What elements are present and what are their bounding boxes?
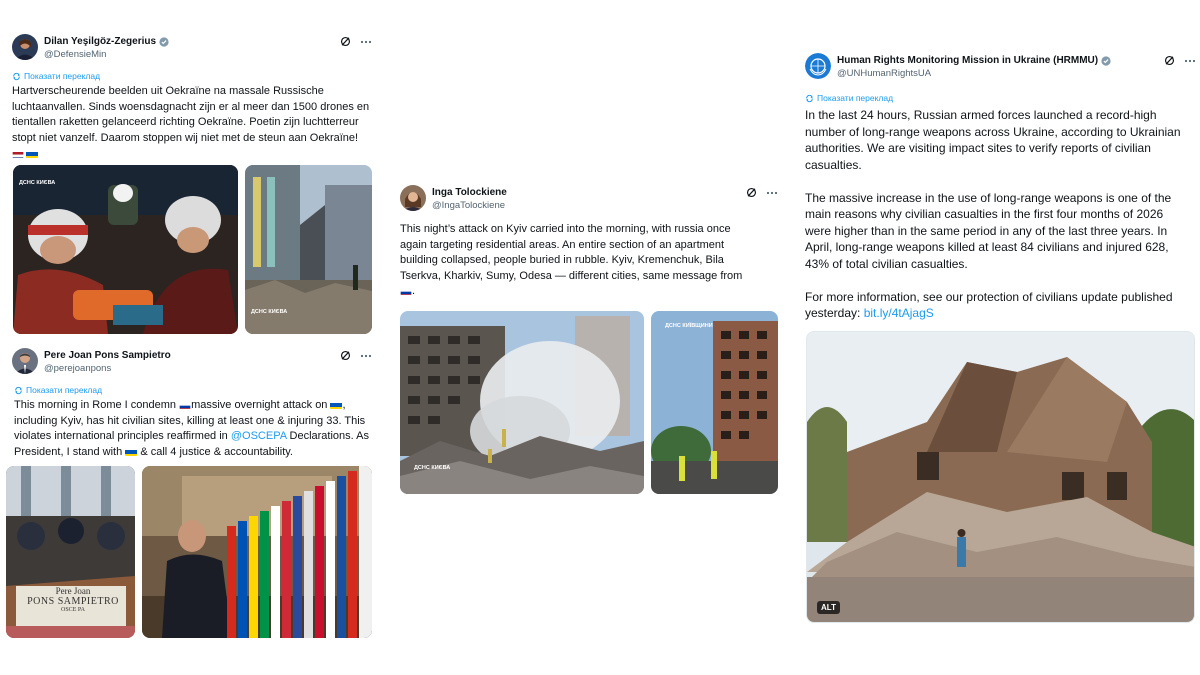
tweet-text-line: casualties. — [805, 157, 862, 172]
translate-label[interactable]: Показати переклад — [26, 385, 102, 395]
tweet-header: Human Rights Monitoring Mission in Ukrai… — [805, 53, 1196, 89]
author-handle[interactable]: @perejoanpons — [44, 363, 111, 374]
author-name[interactable]: Dilan Yeşilgöz-Zegerius — [44, 36, 169, 47]
tweet-text-line: Hartverscheurende beelden uit Oekraïne n… — [12, 85, 324, 97]
ua-flag-icon — [26, 150, 38, 158]
tweet-header: Inga Tolockiene @IngaTolockiene — [400, 185, 778, 221]
tweet-text-line: yesterday: bit.ly/4tAjagS — [805, 306, 934, 320]
tweet-text-line: The massive increase in the use of long-… — [805, 190, 1172, 205]
translate-icon — [15, 386, 22, 394]
tweet-text-line: This morning in Rome I condemn massive o… — [14, 399, 346, 411]
translate-label[interactable]: Показати переклад — [817, 93, 893, 103]
avatar[interactable] — [805, 53, 831, 79]
alt-badge[interactable]: ALT — [817, 601, 840, 614]
author-name[interactable]: Human Rights Monitoring Mission in Ukrai… — [837, 55, 1111, 66]
tweet-text-line: Tserkva, Kharkiv, Sumy, Odesa — differen… — [400, 269, 743, 282]
ua-flag-icon — [125, 448, 138, 456]
tweet-text-line: 43% of total civilian casualties. — [805, 256, 968, 271]
author-name[interactable]: Pere Joan Pons Sampietro — [44, 350, 171, 361]
tweet-text: In the last 24 hours, Russian armed forc… — [805, 107, 1196, 322]
tweet-header: Pere Joan Pons Sampietro @perejoanpons — [12, 348, 372, 384]
grok-icon[interactable] — [1164, 55, 1175, 66]
grok-icon[interactable] — [746, 187, 757, 198]
external-link[interactable]: bit.ly/4tAjagS — [864, 306, 934, 320]
grok-icon[interactable] — [340, 36, 351, 47]
grok-icon[interactable] — [340, 350, 351, 361]
tweet-text-line: In the last 24 hours, Russian armed forc… — [805, 108, 1157, 122]
translate-link[interactable]: Показати переклад — [12, 71, 100, 81]
nl-flag-icon — [12, 150, 24, 158]
author-handle[interactable]: @IngaTolockiene — [432, 200, 505, 211]
tweet-card-pere-joan[interactable]: Pere Joan Pons Sampietro @perejoanpons П… — [6, 348, 374, 640]
nameplate-line: Pere Joan — [55, 586, 91, 596]
image-watermark: ДСНС КИЄВА — [251, 309, 288, 315]
translate-icon — [806, 94, 813, 102]
tweet-image-building[interactable]: ДСНС КИЄВА — [245, 165, 372, 334]
verified-badge-icon — [1101, 55, 1111, 66]
tweet-image-collapsed-building[interactable]: ДСНС КИЄВА — [400, 311, 644, 494]
more-options-icon[interactable] — [360, 354, 372, 358]
tweet-text-line: April, long-range weapons killed at leas… — [805, 240, 1169, 254]
translate-icon — [13, 72, 20, 80]
avatar[interactable] — [12, 34, 38, 60]
author-handle[interactable]: @DefensieMin — [44, 49, 106, 60]
author-handle[interactable]: @UNHumanRightsUA — [837, 68, 931, 79]
tweet-text-line: President, I stand with & call 4 justice… — [14, 445, 293, 458]
tweet-text-line: including Kyiv, has hit civilian sites, … — [14, 414, 366, 427]
tweet-text-line: stopt niet vanzelf. Daarom stoppen wij n… — [12, 131, 359, 144]
ru-flag-icon — [179, 401, 191, 409]
tweet-text-line: authorities. We are visiting impact site… — [805, 141, 1151, 155]
more-options-icon[interactable] — [766, 191, 778, 195]
mention-link[interactable]: @OSCEPA — [231, 430, 287, 442]
author-name-text[interactable]: Human Rights Monitoring Mission in Ukrai… — [837, 55, 1098, 66]
tweet-text-line: number of long-range weapons across Ukra… — [805, 124, 1181, 139]
tweet-text-line: again targeting residential areas. An en… — [400, 238, 725, 251]
tweet-text-line: luchtaanvallen. Sinds woensdagnacht zijn… — [12, 100, 370, 113]
tweet-text-line: violates international principles reaffi… — [14, 430, 369, 442]
author-name-text[interactable]: Dilan Yeşilgöz-Zegerius — [44, 36, 156, 47]
more-options-icon[interactable] — [360, 40, 372, 44]
more-options-icon[interactable] — [1184, 59, 1196, 63]
image-watermark: ДСНС КИЇВЩИНИ — [665, 323, 713, 329]
tweet-text: Hartverscheurende beelden uit Oekraïne n… — [12, 84, 372, 161]
author-name[interactable]: Inga Tolockiene — [432, 187, 507, 198]
translate-label[interactable]: Показати переклад — [24, 71, 100, 81]
verified-badge-icon — [159, 36, 169, 47]
tweet-text-line: tientallen raketten gelanceerd richting … — [12, 116, 359, 128]
tweet-header: Dilan Yeşilgöz-Zegerius @DefensieMin — [12, 34, 372, 70]
tweet-card-dilan[interactable]: Dilan Yeşilgöz-Zegerius @DefensieMin Пок… — [12, 34, 372, 336]
avatar[interactable] — [12, 348, 38, 374]
tweet-image-damaged-building[interactable]: ДСНС КИЇВЩИНИ — [651, 311, 778, 494]
tweet-image-destroyed-house[interactable]: ALT — [806, 331, 1195, 623]
nameplate-line: OSCE PA — [61, 607, 85, 613]
tweet-card-inga[interactable]: Inga Tolockiene @IngaTolockiene This nig… — [400, 185, 778, 495]
author-name-text[interactable]: Inga Tolockiene — [432, 187, 507, 198]
tweet-image-conference[interactable]: Pere Joan PONS SAMPIETRO OSCE PA — [6, 466, 135, 638]
tweet-text-line: . — [400, 284, 778, 300]
avatar[interactable] — [400, 185, 426, 211]
tweet-text: This morning in Rome I condemn massive o… — [14, 398, 374, 460]
tweet-card-hrmmu[interactable]: Human Rights Monitoring Mission in Ukrai… — [805, 53, 1196, 625]
tweet-text-line: building collapsed, people buried in rub… — [400, 254, 724, 266]
translate-link[interactable]: Показати переклад — [805, 93, 893, 103]
tweet-text-line: were higher than in the same period in a… — [805, 223, 1168, 238]
tweet-text-line: main reasons why civilian casualties in … — [805, 207, 1164, 221]
tweet-image-flags[interactable] — [142, 466, 372, 638]
tweet-text-line: For more information, see our protection… — [805, 289, 1173, 304]
nameplate-line: PONS SAMPIETRO — [27, 596, 119, 607]
ru-flag-icon — [400, 287, 412, 295]
ua-flag-icon — [330, 401, 343, 409]
author-name-text[interactable]: Pere Joan Pons Sampietro — [44, 350, 171, 361]
image-watermark: ДСНС КИЄВА — [414, 465, 451, 471]
tweet-image-rescuers[interactable]: ДСНС КИЄВА — [13, 165, 238, 334]
tweet-text-line: This night’s attack on Kyiv carried into… — [400, 223, 731, 235]
image-watermark: ДСНС КИЄВА — [19, 180, 56, 186]
translate-link[interactable]: Показати переклад — [14, 385, 102, 395]
tweet-text: This night’s attack on Kyiv carried into… — [400, 222, 778, 300]
